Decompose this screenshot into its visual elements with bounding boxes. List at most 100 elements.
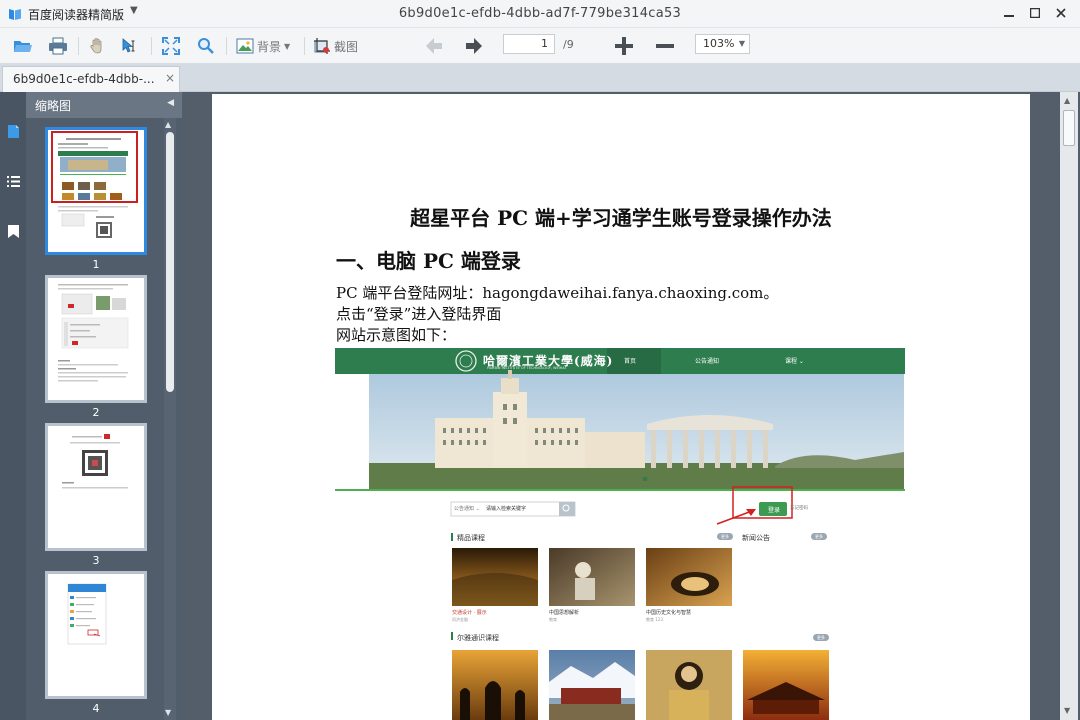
site-course-caption-2: 中国思想解析: [549, 610, 580, 616]
site-more-link-2: 更多: [815, 534, 823, 539]
select-tool-button[interactable]: [120, 35, 138, 57]
site-course-sub-2: 教育: [549, 617, 557, 622]
site-search-scope: 公告通知 ⌄: [454, 506, 480, 512]
site-nav-home: 首页: [624, 358, 637, 365]
search-icon: [198, 38, 214, 54]
section-heading: 一、电脑 PC 端登录: [336, 249, 521, 273]
scroll-down-icon[interactable]: ▼: [165, 708, 171, 717]
thumbnail-number-4: 4: [92, 702, 100, 715]
plus-icon: [615, 37, 633, 55]
page-total: /9: [563, 38, 574, 51]
screenshot-label: 截图: [334, 39, 359, 54]
site-course-sub-1: 同济金融: [452, 617, 468, 622]
zoom-in-button[interactable]: [614, 35, 634, 57]
body-text-instruction: 点击“登录”进入登陆界面: [336, 305, 502, 323]
site-extra-link: 忘记密码: [790, 506, 808, 511]
sidebar-rail: [0, 92, 26, 720]
app-logo-icon: [9, 9, 21, 20]
body-text-caption: 网站示意图如下：: [336, 326, 457, 344]
tab-bar: 6b9d0e1c-efdb-4dbb-... ×: [0, 64, 1080, 92]
thumbnail-scrollbar-thumb[interactable]: [166, 132, 174, 392]
thumbnail-number-1: 1: [92, 258, 100, 271]
site-search-input: 请输入检索关键字: [486, 506, 527, 512]
zoom-select[interactable]: 103% ▼: [695, 34, 750, 54]
text-select-cursor-icon: [122, 38, 135, 53]
fit-page-button[interactable]: [162, 35, 180, 57]
background-dropdown-icon: ▼: [284, 41, 291, 51]
printer-icon: [49, 37, 67, 55]
zoom-value: 103%: [703, 37, 735, 50]
open-file-button[interactable]: [13, 35, 33, 57]
page-number-input[interactable]: 1: [503, 34, 555, 54]
website-screenshot-figure: 哈爾濱工業大學(威海) HARBIN INSTITUTE OF TECHNOLO…: [335, 348, 905, 720]
fullscreen-icon: [162, 37, 180, 55]
document-scrollbar-thumb[interactable]: [1063, 110, 1075, 146]
thumbnail-number-2: 2: [92, 406, 100, 419]
page-thumbnail-2[interactable]: [45, 275, 147, 403]
page-thumbnail-4[interactable]: [45, 571, 147, 699]
page-thumbnail-1[interactable]: [45, 127, 147, 255]
document-tab[interactable]: 6b9d0e1c-efdb-4dbb-... ×: [2, 66, 180, 92]
maximize-icon: [1029, 7, 1041, 19]
site-nav-courses: 课程 ⌄: [785, 358, 804, 365]
thumbnail-header: 缩略图 ◀: [26, 92, 182, 118]
site-section-courses: 精品课程: [457, 534, 485, 542]
background-button[interactable]: 背景 ▼: [236, 35, 290, 57]
site-login-button: 登录: [768, 507, 781, 514]
document-title: 6b9d0e1c-efdb-4dbb-ad7f-779be314ca53: [398, 6, 682, 21]
app-name: 百度阅读器精简版: [28, 8, 125, 22]
tab-close-icon[interactable]: ×: [165, 71, 175, 85]
thumbnail-number-3: 3: [92, 554, 100, 567]
arrow-right-icon: [466, 38, 482, 54]
doc-scroll-up-icon[interactable]: ▲: [1064, 96, 1070, 105]
screenshot-icon: [314, 38, 330, 54]
zoom-out-button[interactable]: [655, 35, 675, 57]
page-3-preview: [62, 434, 128, 489]
page-title: 超星平台 PC 端+学习通学生账号登录操作办法: [410, 206, 832, 230]
bookmark-icon[interactable]: [6, 224, 21, 239]
app-menu-dropdown-icon[interactable]: ▼: [130, 5, 138, 16]
body-text-url: PC 端平台登陆网址：hagongdaweihai.fanya.chaoxing…: [336, 284, 779, 302]
page-1-preview: [51, 131, 138, 238]
folder-open-icon: [14, 41, 32, 52]
image-background-icon: [236, 38, 254, 54]
minimize-icon: [1004, 15, 1014, 17]
document-viewport: 超星平台 PC 端+学习通学生账号登录操作办法 一、电脑 PC 端登录 PC 端…: [182, 92, 1080, 720]
thumbnail-view-icon[interactable]: [6, 124, 21, 139]
collapse-panel-icon[interactable]: ◀: [167, 98, 174, 108]
page-2-preview: [58, 284, 129, 382]
doc-scroll-down-icon[interactable]: ▼: [1064, 706, 1070, 715]
maximize-button[interactable]: [1022, 2, 1048, 24]
document-scrollbar[interactable]: ▲ ▼: [1060, 92, 1078, 720]
search-button[interactable]: [197, 35, 215, 57]
zoom-dropdown-icon: ▼: [738, 39, 745, 48]
close-window-button[interactable]: [1048, 2, 1074, 24]
scroll-up-icon[interactable]: ▲: [165, 120, 171, 129]
title-bar: 百度阅读器精简版 ▼ 6b9d0e1c-efdb-4dbb-ad7f-779be…: [0, 0, 1080, 28]
thumbnail-panel: 缩略图 ◀ 1 2 3 4 ▲ ▼: [26, 92, 182, 720]
site-name-english: HARBIN INSTITUTE OF TECHNOLOGY, WEIHAI: [487, 366, 566, 370]
site-more-link-1: 更多: [721, 534, 729, 539]
site-section-news: 新闻公告: [742, 534, 770, 542]
minus-icon: [656, 44, 674, 48]
previous-page-button[interactable]: [424, 35, 444, 57]
outline-list-icon[interactable]: [6, 174, 21, 189]
document-page: 超星平台 PC 端+学习通学生账号登录操作办法 一、电脑 PC 端登录 PC 端…: [212, 94, 1030, 720]
hand-icon: [90, 38, 102, 54]
page-4-preview: [67, 583, 107, 645]
hand-tool-button[interactable]: [88, 35, 106, 57]
minimize-button[interactable]: [996, 2, 1022, 24]
site-section-general: 尔雅通识课程: [457, 634, 499, 642]
site-nav-notices: 公告通知: [695, 358, 720, 365]
screenshot-button[interactable]: 截图: [313, 35, 358, 57]
page-thumbnail-3[interactable]: [45, 423, 147, 551]
thumbnail-header-title: 缩略图: [35, 99, 72, 113]
site-course-sub-3: 教育 123: [646, 617, 663, 622]
background-label: 背景: [257, 39, 282, 54]
close-icon: [1056, 8, 1066, 18]
site-course-caption-1: 交通设计 · 展示: [452, 610, 487, 616]
print-button[interactable]: [48, 35, 68, 57]
next-page-button[interactable]: [464, 35, 484, 57]
arrow-left-icon: [426, 38, 442, 54]
thumbnail-scrollbar[interactable]: ▲ ▼: [164, 118, 176, 720]
